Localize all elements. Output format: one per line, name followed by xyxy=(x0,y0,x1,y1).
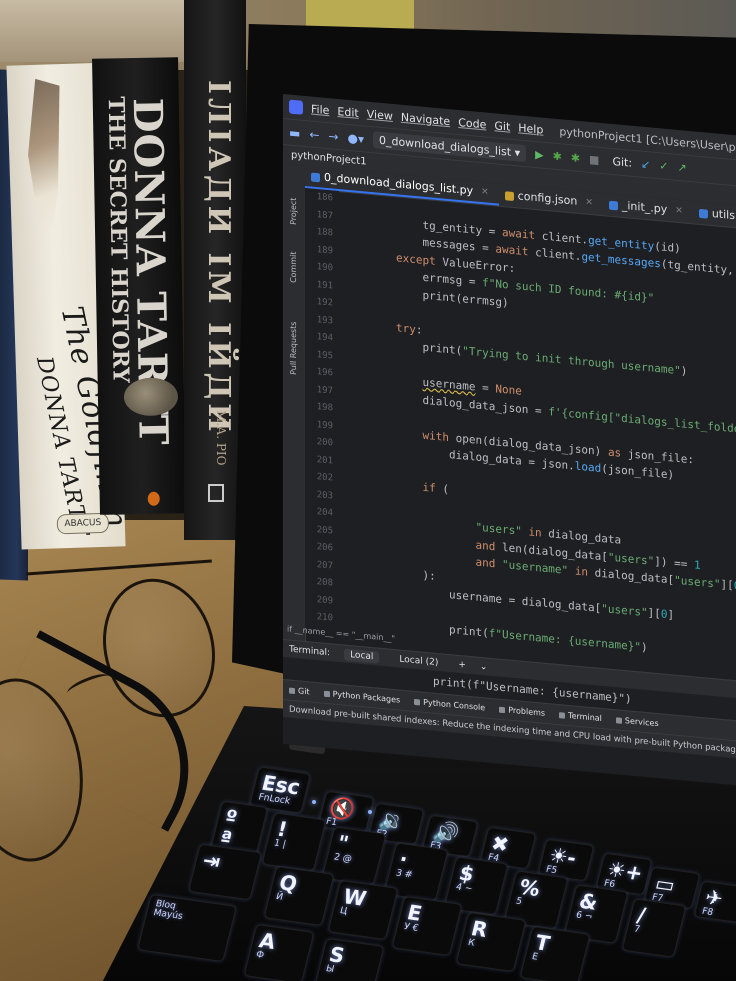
left-tool-strip: Project Commit Pull Requests xyxy=(283,164,306,647)
dark-book-author: М.А. РІО xyxy=(214,410,228,466)
folder-icon[interactable]: ▬ xyxy=(289,125,300,140)
terminal-label: Terminal: xyxy=(289,644,331,658)
keyboard-key[interactable]: EУ € xyxy=(391,895,463,957)
tool-window-terminal[interactable]: Terminal xyxy=(559,710,602,723)
keyboard-key[interactable]: QЙ xyxy=(263,865,335,927)
menu-code[interactable]: Code xyxy=(458,115,486,131)
keyboard-key[interactable]: ! 1 | xyxy=(261,812,327,872)
close-icon[interactable]: ✕ xyxy=(481,181,489,204)
key-main-legend: / xyxy=(634,902,649,928)
stop-icon[interactable]: ■ xyxy=(589,153,599,167)
tool-window-python-packages[interactable]: Python Packages xyxy=(323,689,401,705)
keyboard-key[interactable]: SЫ xyxy=(313,937,385,981)
coverage-icon[interactable]: ✱ xyxy=(571,151,580,165)
git-update-icon[interactable]: ↙ xyxy=(641,158,650,172)
keyboard-key[interactable]: /7 xyxy=(621,898,687,958)
close-icon[interactable]: ✕ xyxy=(585,192,593,215)
laptop-keyboard: EscFnLock🔇F1🔉F2🔊F3✖F4☀-F5☀+F6▭F7✈F8º ª\!… xyxy=(137,766,736,981)
commit-panel-tab[interactable]: Commit xyxy=(289,251,298,283)
json-file-icon xyxy=(504,190,514,201)
photo-scene: The Goldfinch DONNA TARTT ABACUS DONNA T… xyxy=(0,0,736,981)
keyboard-key[interactable]: 🔇 F1 xyxy=(317,790,375,834)
debug-icon[interactable]: ✱ xyxy=(553,150,562,164)
tool-window-services[interactable]: Services xyxy=(615,715,659,729)
python-console-icon xyxy=(414,698,421,705)
pycharm-logo-icon xyxy=(289,99,303,115)
keyboard-key[interactable]: WЦ xyxy=(327,879,399,941)
tool-window-problems[interactable]: Problems xyxy=(499,705,545,718)
menu-help[interactable]: Help xyxy=(518,121,543,136)
problems-icon xyxy=(499,706,506,713)
book-the-secret-history: DONNA TARTT THE SECRET HISTORY xyxy=(92,57,186,515)
git-commit-icon[interactable]: ✓ xyxy=(659,159,668,173)
keyboard-key[interactable]: ⇥ xyxy=(188,843,262,901)
key-main-legend: T xyxy=(532,929,553,956)
key-main-legend: W xyxy=(340,883,369,912)
terminal-tab-local[interactable]: Local xyxy=(344,648,380,664)
pull-requests-panel-tab[interactable]: Pull Requests xyxy=(289,321,298,375)
python-file-icon xyxy=(608,200,618,210)
dark-book-publisher-logo xyxy=(208,484,224,502)
line-number-gutter: 186 187 188 189 190 191 192 193 194 195 … xyxy=(305,188,339,632)
project-panel-tab[interactable]: Project xyxy=(289,197,298,225)
menu-file[interactable]: File xyxy=(311,102,329,117)
new-terminal-plus-icon[interactable]: + xyxy=(458,659,466,670)
tool-window-label: Problems xyxy=(508,705,546,718)
goldfinch-bird-illustration xyxy=(21,78,75,269)
tool-window-git[interactable]: Git xyxy=(289,686,310,697)
tool-window-label: Services xyxy=(624,716,659,729)
run-icon[interactable]: ▶ xyxy=(535,148,543,162)
key-main-legend: Q xyxy=(276,869,300,897)
key-main-legend: ⇥ xyxy=(200,847,224,874)
key-main-legend: R xyxy=(468,915,491,943)
user-icon[interactable]: ●▾ xyxy=(347,130,364,146)
menu-view[interactable]: View xyxy=(367,107,393,122)
packages-icon xyxy=(323,690,330,697)
terminal-chevron-down-icon[interactable]: ⌄ xyxy=(480,661,488,672)
forward-arrow-icon[interactable]: → xyxy=(328,129,338,144)
keyboard-key[interactable]: AФ xyxy=(243,923,315,981)
key-main-legend: Bloq Mayús xyxy=(152,898,184,923)
git-label: Git: xyxy=(612,154,633,170)
python-file-icon xyxy=(698,208,708,219)
back-arrow-icon[interactable]: ← xyxy=(309,127,319,142)
tool-window-label: Terminal xyxy=(568,710,602,724)
menu-git[interactable]: Git xyxy=(494,119,510,133)
tool-window-label: Git xyxy=(298,686,310,697)
keyboard-key[interactable]: ✈ F8 xyxy=(693,880,736,924)
abacus-publisher-logo: ABACUS xyxy=(56,512,110,535)
tool-window-label: Python Packages xyxy=(332,689,401,705)
keyboard-key[interactable]: Bloq Mayús xyxy=(137,893,237,963)
penguin-logo xyxy=(147,491,160,506)
code-editor[interactable]: tg_entity = await client.get_entity(id) … xyxy=(343,191,736,669)
yellow-sticky-note xyxy=(306,0,414,30)
git-icon xyxy=(289,687,295,694)
dark-book-title: ІЛІАДИ ІМ ІЙДИ xyxy=(201,80,236,436)
menu-edit[interactable]: Edit xyxy=(337,104,358,119)
services-icon xyxy=(615,716,622,724)
python-file-icon xyxy=(311,172,320,182)
keyboard-key[interactable]: RК xyxy=(455,911,527,973)
close-icon[interactable]: ✕ xyxy=(675,200,683,223)
secret-history-title: THE SECRET HISTORY xyxy=(102,96,134,384)
laptop-screen-ide: File Edit View Navigate Code Git Help py… xyxy=(283,94,736,786)
tool-window-python-console[interactable]: Python Console xyxy=(414,697,485,712)
cardboard-box xyxy=(0,0,190,62)
terminal-tab-local-2[interactable]: Local (2) xyxy=(393,653,444,670)
terminal-icon xyxy=(559,711,566,719)
menu-navigate[interactable]: Navigate xyxy=(401,110,450,127)
book-dark-spine: ІЛІАДИ ІМ ІЙДИ М.А. РІО xyxy=(184,0,246,540)
keyboard-key[interactable]: TЕ xyxy=(519,925,591,981)
key-main-legend: % xyxy=(516,874,543,902)
fnlock-led-indicator xyxy=(312,800,316,804)
tool-window-label: Python Console xyxy=(423,697,486,713)
git-push-icon[interactable]: ↗ xyxy=(677,161,686,175)
mute-led-indicator xyxy=(368,810,372,814)
